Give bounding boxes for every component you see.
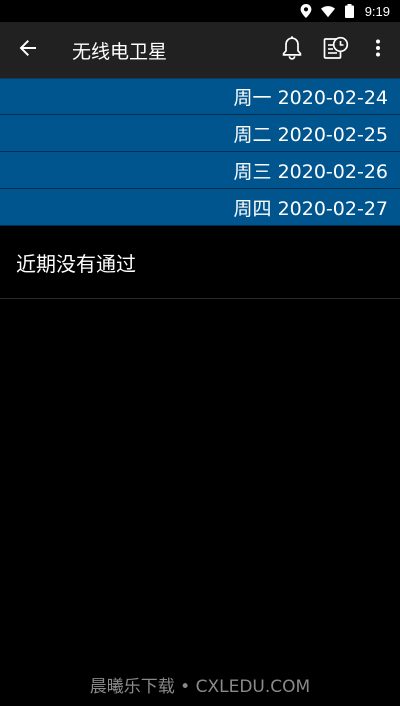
schedule-list-icon	[323, 36, 349, 64]
more-vert-icon	[375, 39, 381, 61]
app-bar: 无线电卫星	[0, 22, 400, 78]
location-icon	[299, 4, 313, 18]
wifi-icon	[320, 4, 335, 18]
notifications-button[interactable]	[270, 22, 314, 78]
battery-icon	[343, 4, 357, 18]
watermark: 晨曦乐下载 • CXLEDU.COM	[89, 677, 311, 697]
bell-icon	[281, 36, 303, 64]
screen: 9:19 无线电卫星 周一 2020-02-24 周二 2020-02-25 周…	[0, 0, 400, 706]
empty-message: 近期没有通过	[0, 226, 400, 299]
status-bar: 9:19	[0, 0, 400, 22]
arrow-back-icon	[19, 39, 37, 61]
date-row-2[interactable]: 周三 2020-02-26	[0, 152, 400, 189]
back-button[interactable]	[0, 22, 56, 78]
schedule-button[interactable]	[314, 22, 358, 78]
date-list: 周一 2020-02-24 周二 2020-02-25 周三 2020-02-2…	[0, 78, 400, 226]
date-row-0[interactable]: 周一 2020-02-24	[0, 78, 400, 115]
more-options-button[interactable]	[358, 22, 398, 78]
page-title: 无线电卫星	[72, 40, 168, 63]
status-time: 9:19	[364, 3, 390, 19]
date-row-3[interactable]: 周四 2020-02-27	[0, 189, 400, 226]
date-row-1[interactable]: 周二 2020-02-25	[0, 115, 400, 152]
